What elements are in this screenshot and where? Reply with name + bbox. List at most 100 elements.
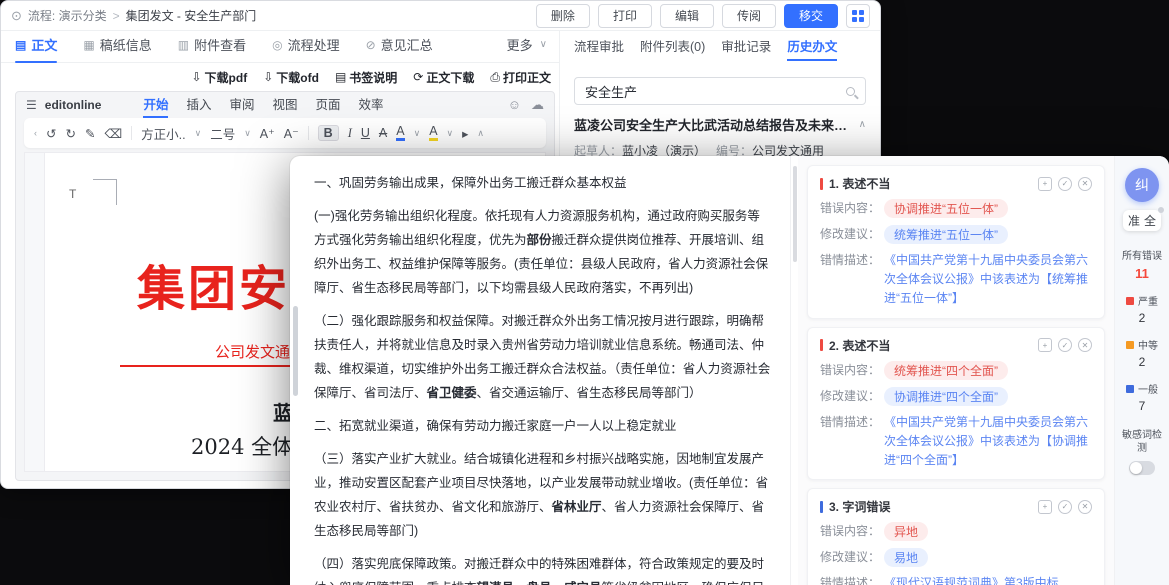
- document-scrollbar[interactable]: [790, 156, 798, 585]
- tab-process-handle[interactable]: ◎ 流程处理: [272, 35, 340, 62]
- apps-grid-icon[interactable]: [846, 4, 870, 28]
- ignore-icon[interactable]: ✕: [1078, 177, 1092, 191]
- undo-icon[interactable]: ↺: [46, 126, 56, 141]
- shrink-font-icon[interactable]: A⁻: [284, 126, 299, 141]
- page-corner-mark: [93, 179, 117, 205]
- ribbon-tab-view[interactable]: 视图: [272, 94, 297, 116]
- format-painter-icon[interactable]: ✎: [85, 126, 95, 141]
- collapse-left-icon[interactable]: ‹: [34, 128, 37, 138]
- edit-button[interactable]: 编辑: [660, 4, 714, 28]
- font-family-select[interactable]: 方正小..: [141, 124, 185, 143]
- tab-approval-record[interactable]: 审批记录: [721, 36, 771, 63]
- circulate-button[interactable]: 传阅: [722, 4, 776, 28]
- redo-icon[interactable]: ↻: [65, 126, 75, 141]
- strikethrough-button[interactable]: A: [379, 126, 387, 140]
- bookmark-icon: ▤: [335, 70, 346, 84]
- font-color-button[interactable]: A: [396, 125, 404, 141]
- severity-stat[interactable]: 一般7: [1126, 381, 1158, 413]
- severity-stat[interactable]: 严重2: [1126, 293, 1158, 325]
- breadcrumb-bar: ⊙ 流程: 演示分类 > 集团发文 - 安全生产部门 删除 打印 编辑 传阅 移…: [1, 1, 880, 31]
- suggestion-label: 修改建议：: [820, 225, 884, 242]
- fix-assistant-button[interactable]: 纠: [1125, 168, 1159, 202]
- adopt-icon[interactable]: +: [1038, 338, 1052, 352]
- tab-opinion-summary[interactable]: ⊘ 意见汇总: [366, 35, 433, 62]
- transfer-button[interactable]: 移交: [784, 4, 838, 28]
- download-pdf-button[interactable]: ⇩ 下载pdf: [191, 69, 247, 86]
- ribbon-tab-efficiency[interactable]: 效率: [359, 94, 384, 116]
- opinion-icon: ⊘: [366, 38, 376, 52]
- hamburger-menu-icon[interactable]: ☰: [26, 98, 37, 112]
- search-icon[interactable]: [846, 87, 855, 96]
- sensitive-check-toggle[interactable]: [1129, 461, 1155, 475]
- tab-attachment-view[interactable]: ▥ 附件查看: [178, 35, 246, 62]
- severity-swatch: [1126, 385, 1134, 393]
- tab-attachment-list[interactable]: 附件列表(0): [640, 36, 705, 63]
- ribbon-tab-start[interactable]: 开始: [143, 94, 168, 116]
- highlight-color-button[interactable]: A: [429, 125, 437, 141]
- doc-red-subtitle: 公司发文通: [215, 341, 290, 362]
- download-ofd-button[interactable]: ⇩ 下载ofd: [263, 69, 319, 86]
- batch-accept-widget[interactable]: 准全: [1123, 210, 1161, 231]
- accept-icon[interactable]: ✓: [1058, 177, 1072, 191]
- font-size-select[interactable]: 二号: [210, 124, 235, 143]
- tab-draft-info[interactable]: ▦ 稿纸信息: [83, 35, 151, 62]
- refresh-icon: ⟳: [413, 70, 423, 84]
- search-input[interactable]: [585, 84, 846, 99]
- tab-process-approval[interactable]: 流程审批: [574, 36, 624, 63]
- attachment-icon: ▥: [178, 38, 189, 52]
- suggestion-value: 易地: [884, 548, 928, 567]
- suggestion-value: 统筹推进“五位一体”: [884, 225, 1008, 244]
- toolbar-overflow-icon[interactable]: ▸: [462, 126, 468, 141]
- breadcrumb-current: 集团发文 - 安全生产部门: [126, 7, 257, 24]
- error-card[interactable]: 2. 表述不当 + ✓ ✕ 错误内容：统筹推进“四个全面” 修改建议：协调推进“…: [807, 327, 1105, 481]
- body-download-button[interactable]: ⟳ 正文下载: [413, 69, 474, 86]
- ribbon-tab-review[interactable]: 审阅: [229, 94, 254, 116]
- chevron-up-icon[interactable]: ∧: [859, 119, 866, 130]
- error-card[interactable]: 3. 字词错误 + ✓ ✕ 错误内容：异地 修改建议：易地 错情描述：《现代汉语…: [807, 488, 1105, 585]
- collapse-toolbar-icon[interactable]: ∧: [477, 128, 484, 139]
- bold-button[interactable]: B: [318, 125, 339, 141]
- chevron-down-icon: ∨: [195, 128, 202, 139]
- doc-paragraph: (一)强化劳务输出组织化程度。依托现有人力资源服务机构，通过政府购买服务等方式强…: [314, 204, 772, 300]
- tab-history-docs[interactable]: 历史办文: [787, 36, 837, 63]
- chevron-down-icon: ∨: [447, 128, 454, 139]
- adopt-icon[interactable]: +: [1038, 177, 1052, 191]
- more-menu[interactable]: 更多 ∨: [507, 35, 547, 62]
- ignore-icon[interactable]: ✕: [1078, 500, 1092, 514]
- grow-font-icon[interactable]: A⁺: [260, 126, 275, 141]
- print-button[interactable]: 打印: [598, 4, 652, 28]
- chevron-down-icon: ∨: [414, 128, 421, 139]
- doc-paragraph: （二）强化跟踪服务和权益保障。对搬迁群众外出务工情况按月进行跟踪，明确帮扶责任人…: [314, 309, 772, 405]
- history-search-box[interactable]: [574, 77, 866, 105]
- clear-format-icon[interactable]: ⌫: [104, 126, 122, 141]
- cloud-icon[interactable]: ☁: [531, 97, 544, 113]
- description-label: 错情描述：: [820, 413, 884, 430]
- print-body-button[interactable]: ⎙ 打印正文: [490, 69, 551, 86]
- ribbon-tab-insert[interactable]: 插入: [186, 94, 211, 116]
- bookmark-help-button[interactable]: ▤ 书签说明: [335, 69, 397, 86]
- accept-icon[interactable]: ✓: [1058, 338, 1072, 352]
- description-value: 《中国共产党第十九届中央委员会第六次全体会议公报》中该表述为【协调推进“四个全面…: [884, 413, 1092, 471]
- accept-icon[interactable]: ✓: [1058, 500, 1072, 514]
- error-card[interactable]: 1. 表述不当 + ✓ ✕ 错误内容：协调推进“五位一体” 修改建议：统筹推进“…: [807, 165, 1105, 319]
- ignore-icon[interactable]: ✕: [1078, 338, 1092, 352]
- ribbon-tab-page[interactable]: 页面: [316, 94, 341, 116]
- document-left-scrollbar[interactable]: [293, 306, 298, 396]
- error-content-value: 协调推进“五位一体”: [884, 199, 1008, 218]
- delete-button[interactable]: 删除: [536, 4, 590, 28]
- description-value: 《中国共产党第十九届中央委员会第六次全体会议公报》中该表述为【统筹推进“五位一体…: [884, 251, 1092, 309]
- severity-count: 2: [1126, 355, 1158, 369]
- severity-stat[interactable]: 中等2: [1126, 337, 1158, 369]
- editor-ribbon: 开始 插入 审阅 视图 页面 效率: [143, 94, 383, 116]
- italic-button[interactable]: I: [348, 126, 352, 141]
- proofread-document[interactable]: 一、巩固劳务输出成果，保障外出务工搬迁群众基本权益(一)强化劳务输出组织化程度。…: [290, 156, 790, 585]
- description-label: 错情描述：: [820, 574, 884, 585]
- description-value: 《现代汉语规范词典》第3版中标注，“异地”指外地外乡；“易地”指换个地方。: [884, 574, 1092, 585]
- format-toolbar: ‹ ↺ ↻ ✎ ⌫ 方正小.. ∨ 二号 ∨ A⁺ A⁻ B I U A: [24, 118, 546, 148]
- printer-icon: ⎙: [490, 70, 500, 85]
- severity-swatch: [1126, 297, 1134, 305]
- tab-body-text[interactable]: ▤ 正文: [15, 35, 57, 62]
- assistant-icon[interactable]: ☺: [508, 97, 521, 113]
- adopt-icon[interactable]: +: [1038, 500, 1052, 514]
- underline-button[interactable]: U: [361, 126, 370, 140]
